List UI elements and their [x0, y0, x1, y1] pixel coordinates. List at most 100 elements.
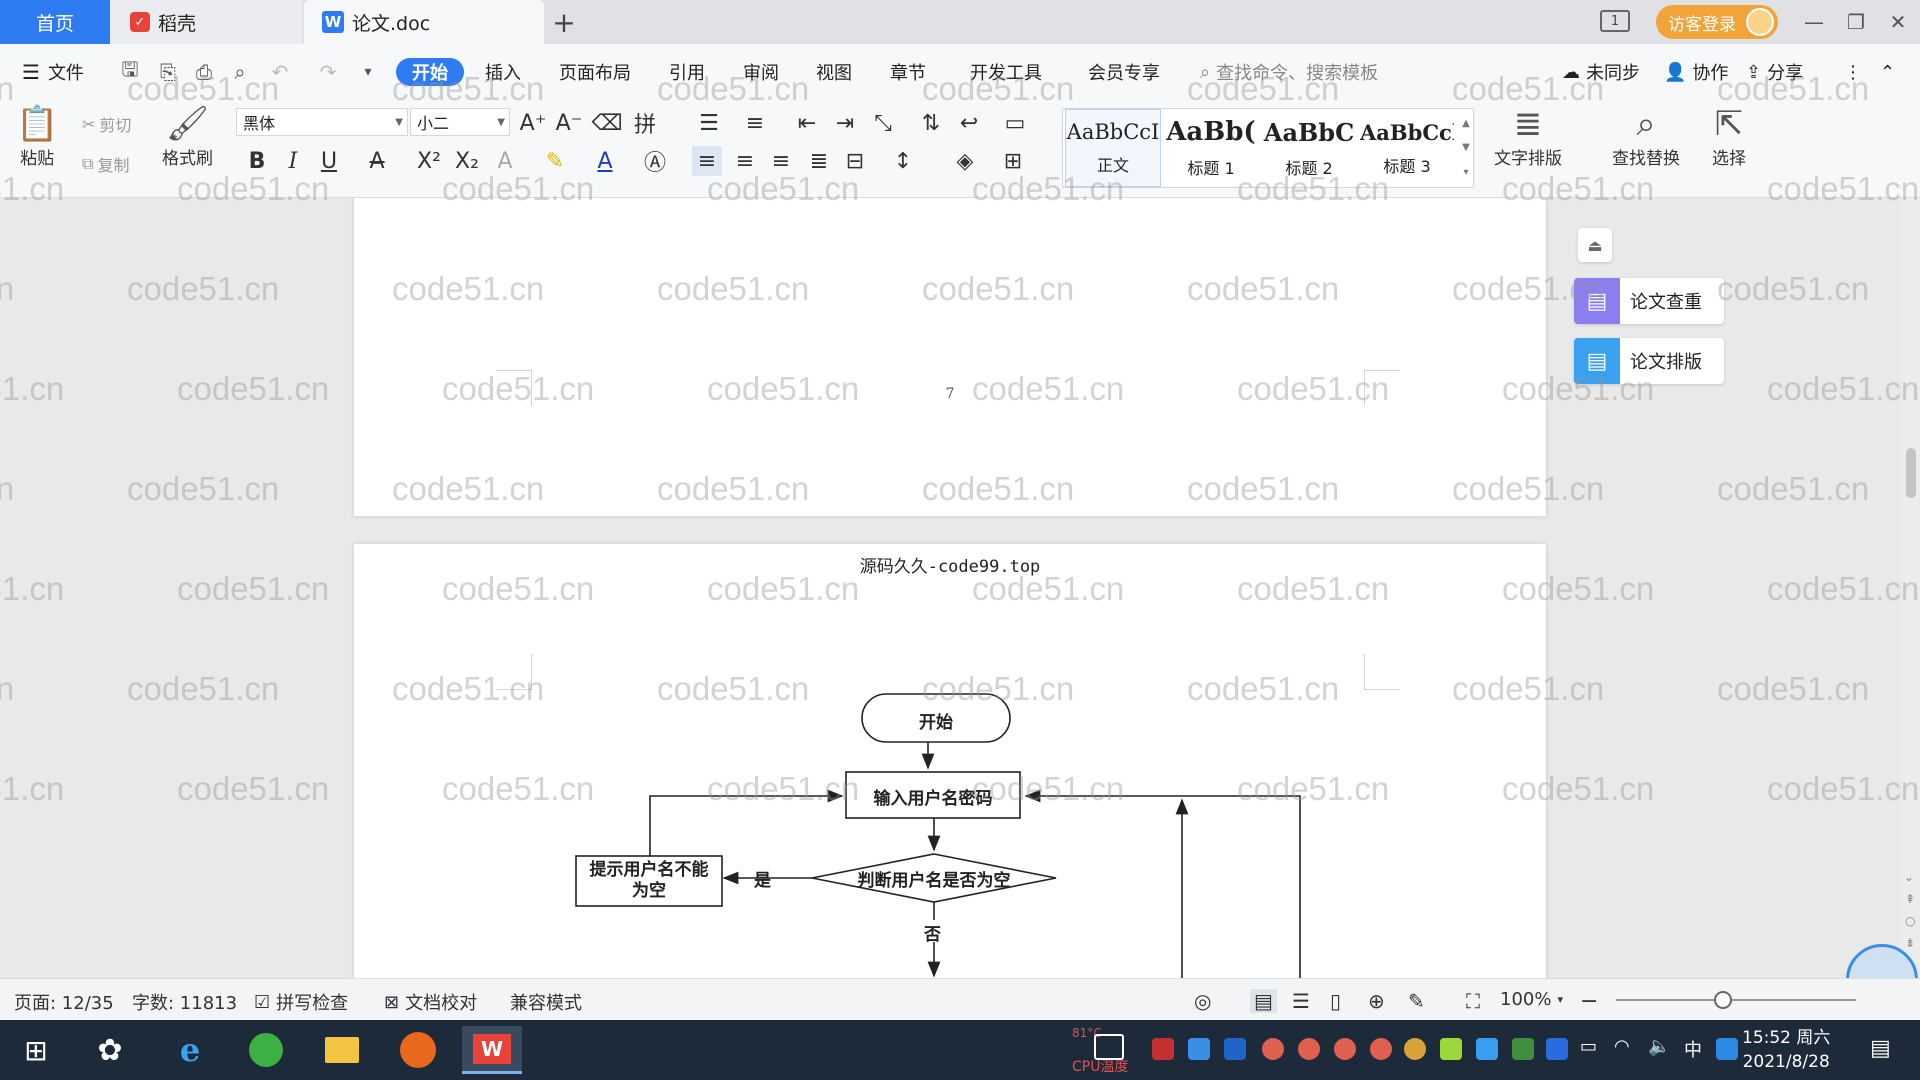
zoom-level-select[interactable]: 100% ▾ [1500, 989, 1563, 1010]
sync-button[interactable]: ☁ 未同步 [1562, 58, 1640, 86]
tray-app-icon[interactable] [1152, 1038, 1174, 1060]
superscript-icon[interactable]: X² [414, 146, 444, 176]
word-count[interactable]: 字数: 11813 [132, 989, 237, 1015]
panel-collapse-icon[interactable]: ⏏ [1578, 228, 1612, 262]
zoom-slider-thumb[interactable] [1714, 991, 1732, 1009]
align-left-icon[interactable]: ≡ [692, 146, 722, 176]
align-center-icon[interactable]: ≡ [730, 146, 760, 176]
text-effect-icon[interactable]: A [490, 146, 520, 176]
bluetooth-icon[interactable] [1546, 1038, 1568, 1060]
tab-view[interactable]: 视图 [816, 58, 852, 86]
qq-tray-icon[interactable] [1262, 1038, 1284, 1060]
chevron-down-icon[interactable]: ▾ [356, 60, 380, 84]
window-layout-icon[interactable]: 1 [1600, 10, 1630, 32]
justify-icon[interactable]: ≣ [804, 146, 834, 176]
volume-icon[interactable]: 🔈 [1648, 1036, 1670, 1057]
qq-tray-icon[interactable] [1370, 1038, 1392, 1060]
wifi-icon[interactable]: ◠ [1614, 1036, 1630, 1057]
qq-tray-icon[interactable] [1298, 1038, 1320, 1060]
line-break-icon[interactable]: ↩ [954, 108, 984, 138]
tab-home[interactable]: 首页 [0, 0, 110, 44]
outline-view-icon[interactable]: ☰ [1292, 989, 1310, 1013]
proofread-button[interactable]: ⊠ 文档校对 [384, 989, 477, 1015]
outdent-icon[interactable]: ⇤ [792, 108, 822, 138]
tab-start[interactable]: 开始 [396, 58, 464, 86]
vertical-scrollbar[interactable]: ⌄ ⇞ ○ ⇟ [1902, 198, 1920, 978]
cpu-monitor-icon[interactable] [1094, 1034, 1124, 1060]
file-menu[interactable]: ☰ 文件 [22, 58, 84, 86]
align-right-icon[interactable]: ≡ [766, 146, 796, 176]
reading-view-icon[interactable]: ▯ [1330, 989, 1341, 1013]
fit-page-icon[interactable]: ⛶ [1466, 989, 1480, 1013]
cut-button[interactable]: ✂ 剪切 [82, 112, 131, 136]
file-explorer-icon[interactable] [312, 1026, 372, 1074]
paste-button[interactable]: 📋 粘贴 [16, 104, 58, 169]
increase-font-icon[interactable]: A⁺ [518, 108, 548, 138]
indent-icon[interactable]: ⇥ [830, 108, 860, 138]
tab-developer[interactable]: 开发工具 [970, 58, 1042, 86]
eraser-icon[interactable]: ⌫ [591, 108, 622, 138]
game-app-icon[interactable] [388, 1026, 448, 1074]
ruler-icon[interactable]: ▭ [1000, 108, 1030, 138]
style-heading-2[interactable]: AaBbC 标题 2 [1261, 109, 1357, 187]
tab-member[interactable]: 会员专享 [1088, 58, 1160, 86]
thesis-layout-button[interactable]: ▤ 论文排版 [1574, 338, 1724, 384]
page-view-icon[interactable]: ▤ [1250, 989, 1277, 1013]
tab-daoke[interactable]: ✓ 稻壳 [110, 0, 302, 44]
subscript-icon[interactable]: X₂ [452, 146, 482, 176]
input-method-icon[interactable] [1716, 1038, 1738, 1060]
document-workspace[interactable]: 7 源码久久-code99.top 开始 输入用户名密码 判断用户名是否为空 提… [0, 198, 1920, 978]
style-heading-1[interactable]: AaBb( 标题 1 [1163, 109, 1259, 187]
tab-references[interactable]: 引用 [669, 58, 705, 86]
notification-icon[interactable]: ▤ [1870, 1036, 1891, 1061]
style-scroll[interactable]: ▲ ▼ ▾ [1459, 111, 1473, 185]
next-page-icon[interactable]: ⇟ [1905, 936, 1915, 950]
distribute-icon[interactable]: ⊟ [840, 146, 870, 176]
document-page-current[interactable]: 源码久久-code99.top 开始 输入用户名密码 判断用户名是否为空 提示用… [354, 544, 1546, 978]
tab-page-layout[interactable]: 页面布局 [559, 58, 631, 86]
phonetic-icon[interactable]: 拼 [630, 108, 660, 138]
prev-page-icon[interactable]: ⇞ [1905, 892, 1915, 906]
tray-app-icon[interactable] [1440, 1038, 1462, 1060]
close-icon[interactable]: ✕ [1880, 8, 1916, 36]
style-normal[interactable]: AaBbCcI 正文 [1065, 109, 1161, 187]
strikethrough-icon[interactable]: A [362, 146, 392, 176]
nvidia-icon[interactable] [1512, 1038, 1534, 1060]
tray-app-icon[interactable] [1476, 1038, 1498, 1060]
line-spacing-icon[interactable]: ↕ [888, 146, 918, 176]
style-heading-3[interactable]: AaBbCcl 标题 3 [1359, 109, 1455, 187]
print-preview-icon[interactable]: ⌕ [228, 60, 252, 84]
undo-icon[interactable]: ↶ [268, 60, 292, 84]
font-family-select[interactable]: 黑体 ▼ [236, 108, 408, 136]
redo-icon[interactable]: ↷ [316, 60, 340, 84]
qq-tray-icon[interactable] [1334, 1038, 1356, 1060]
select-browse-icon[interactable]: ○ [1905, 914, 1915, 928]
web-view-icon[interactable]: ⊕ [1368, 989, 1385, 1013]
print-icon[interactable]: ⎙ [192, 60, 216, 84]
tab-insert[interactable]: 插入 [485, 58, 521, 86]
highlight-icon[interactable]: ✎ [540, 146, 570, 176]
tab-review[interactable]: 审阅 [743, 58, 779, 86]
scrollbar-thumb[interactable] [1906, 448, 1916, 498]
360-browser-icon[interactable] [236, 1026, 296, 1074]
battery-icon[interactable]: ▭ [1580, 1036, 1597, 1057]
pinwheel-app-icon[interactable]: ✿ [80, 1026, 140, 1074]
pen-icon[interactable]: ✎ [1408, 989, 1425, 1013]
sort-icon[interactable]: ⇅ [916, 108, 946, 138]
export-icon[interactable]: ⎘ [156, 60, 180, 84]
font-color-icon[interactable]: A [590, 146, 620, 176]
copy-button[interactable]: ⧉ 复制 [82, 152, 129, 176]
qq-tray-icon[interactable] [1404, 1038, 1426, 1060]
scroll-down-icon[interactable]: ⌄ [1904, 870, 1914, 884]
tray-app-icon[interactable] [1188, 1038, 1210, 1060]
font-size-select[interactable]: 小二 ▼ [410, 108, 510, 136]
text-direction-icon[interactable]: ⤡ [868, 108, 898, 138]
command-search[interactable]: ⌕ 查找命令、搜索模板 [1200, 58, 1378, 86]
save-icon[interactable]: 🖫 [118, 57, 142, 84]
new-tab-button[interactable]: + [548, 6, 580, 39]
zoom-out-icon[interactable]: − [1580, 989, 1598, 1014]
char-border-icon[interactable]: Ⓐ [640, 146, 670, 176]
more-icon[interactable]: ⋮ [1844, 58, 1862, 86]
restore-icon[interactable]: ❐ [1838, 8, 1874, 36]
windows-start-icon[interactable]: ⊞ [6, 1026, 66, 1074]
